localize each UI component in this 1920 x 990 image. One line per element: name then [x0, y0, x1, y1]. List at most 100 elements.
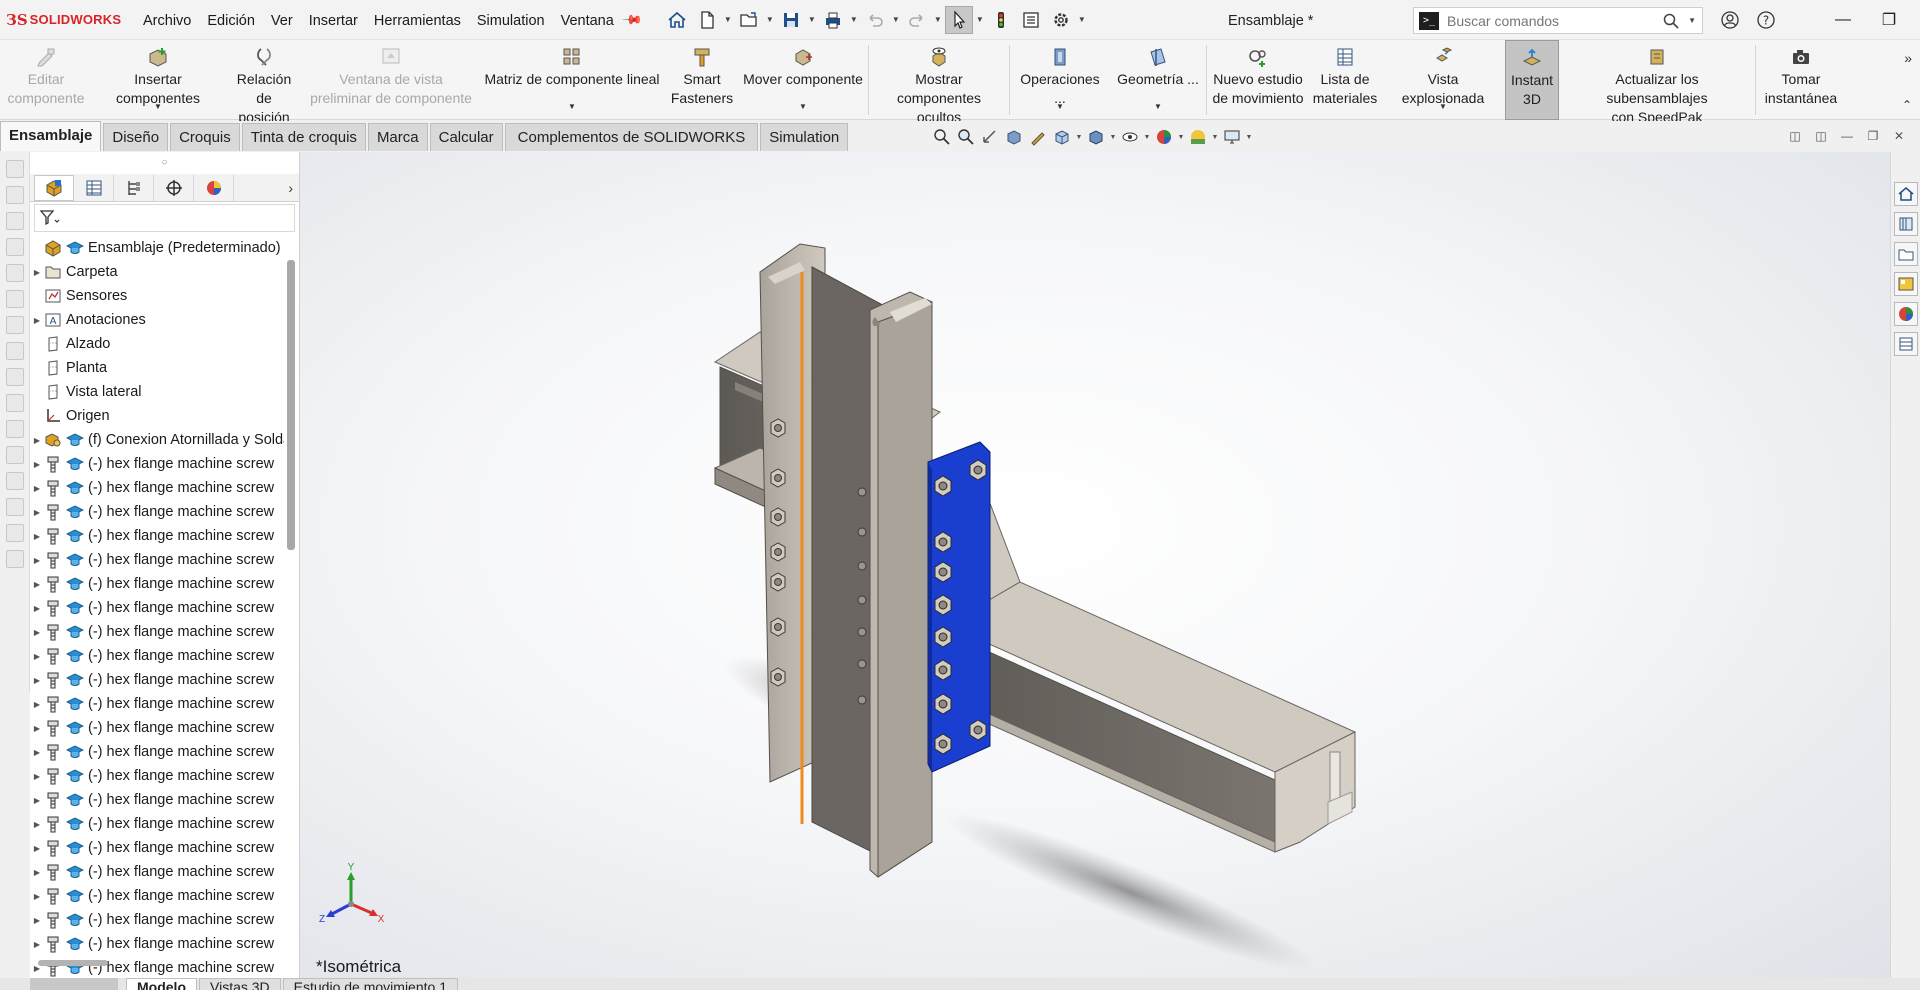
viewport-left-button[interactable]: ◫: [1782, 126, 1808, 146]
undo-button[interactable]: [861, 6, 889, 34]
search-dropdown[interactable]: ▼: [1688, 16, 1696, 25]
panel-grip[interactable]: ○: [30, 152, 299, 174]
menu-archivo[interactable]: Archivo: [135, 0, 199, 40]
reference-geometry-dropdown[interactable]: ▼: [1154, 97, 1162, 116]
help-button[interactable]: ?: [1748, 0, 1784, 40]
tree-item-screw[interactable]: ▶ (-) hex flange machine screw: [30, 860, 284, 884]
dynamic-annotation-button[interactable]: [1026, 126, 1050, 148]
minimize-button[interactable]: —: [1820, 0, 1866, 40]
design-library-button[interactable]: [1894, 212, 1918, 236]
tab-marca[interactable]: Marca: [367, 123, 428, 151]
close-button[interactable]: ✕: [1912, 0, 1920, 40]
expand-arrow-icon[interactable]: ▶: [30, 796, 44, 805]
tool-strip-icon[interactable]: [6, 446, 24, 464]
expand-arrow-icon[interactable]: ▶: [30, 868, 44, 877]
edit-appearance-button[interactable]: [1152, 126, 1176, 148]
save-button[interactable]: [777, 6, 805, 34]
tab-navigation-arrows[interactable]: [30, 978, 118, 990]
tree-item[interactable]: ▶ Carpeta: [30, 260, 284, 284]
search-icon[interactable]: [1662, 12, 1680, 30]
tree-item-screw[interactable]: ▶ (-) hex flange machine screw: [30, 500, 284, 524]
zoom-to-fit-button[interactable]: [930, 126, 954, 148]
tree-item[interactable]: Vista lateral: [30, 380, 284, 404]
open-button[interactable]: [735, 6, 763, 34]
search-input[interactable]: [1447, 12, 1657, 29]
tree-item[interactable]: Sensores: [30, 284, 284, 308]
instant3d-button[interactable]: Instant 3D: [1505, 40, 1559, 120]
tool-strip-icon[interactable]: [6, 394, 24, 412]
tool-strip-icon[interactable]: [6, 316, 24, 334]
expand-arrow-icon[interactable]: ▶: [30, 820, 44, 829]
tree-item-screw[interactable]: ▶ (-) hex flange machine screw: [30, 812, 284, 836]
options-button[interactable]: [1047, 6, 1075, 34]
tab-tinta-de-croquis[interactable]: Tinta de croquis: [241, 123, 366, 151]
exploded-view-dropdown[interactable]: ▼: [1439, 97, 1447, 116]
tree-item-screw[interactable]: ▶ (-) hex flange machine screw: [30, 524, 284, 548]
restore-button[interactable]: ❐: [1866, 0, 1912, 40]
tab-complementos[interactable]: Complementos de SOLIDWORKS: [504, 123, 759, 151]
file-properties-button[interactable]: [1017, 6, 1045, 34]
edit-appearance-dropdown[interactable]: ▼: [1176, 134, 1186, 141]
expand-arrow-icon[interactable]: ▶: [30, 436, 44, 445]
insert-components-button[interactable]: Insertar componentes ▼: [92, 40, 224, 120]
tree-root[interactable]: Ensamblaje (Predeterminado): [30, 236, 284, 260]
viewport-minimize-button[interactable]: —: [1834, 126, 1860, 146]
tool-strip-icon[interactable]: [6, 524, 24, 542]
apply-scene-button[interactable]: [1186, 126, 1210, 148]
tree-item-screw[interactable]: ▶ (-) hex flange machine screw: [30, 884, 284, 908]
ribbon-more-chevron-icon[interactable]: »: [1904, 50, 1912, 66]
expand-arrow-icon[interactable]: ▶: [30, 652, 44, 661]
tree-item[interactable]: Origen: [30, 404, 284, 428]
zoom-to-area-button[interactable]: [954, 126, 978, 148]
expand-arrow-icon[interactable]: ▶: [30, 604, 44, 613]
print-button[interactable]: [819, 6, 847, 34]
linear-pattern-dropdown[interactable]: ▼: [568, 97, 576, 116]
hide-show-dropdown[interactable]: ▼: [1142, 134, 1152, 141]
view-palette-button[interactable]: [1894, 272, 1918, 296]
home-button[interactable]: [663, 6, 691, 34]
tool-strip-icon[interactable]: [6, 212, 24, 230]
expand-arrow-icon[interactable]: ▶: [30, 940, 44, 949]
print-dropdown[interactable]: ▼: [848, 6, 860, 34]
appearances-button[interactable]: [1894, 302, 1918, 326]
search-commands[interactable]: >_ ▼: [1413, 7, 1703, 34]
tool-strip-icon[interactable]: [6, 264, 24, 282]
file-explorer-button[interactable]: [1894, 242, 1918, 266]
expand-arrow-icon[interactable]: ▶: [30, 916, 44, 925]
menu-ver[interactable]: Ver: [263, 0, 301, 40]
edit-component-button[interactable]: Editar componente: [0, 40, 92, 120]
tree-item-screw[interactable]: ▶ (-) hex flange machine screw: [30, 644, 284, 668]
tab-croquis[interactable]: Croquis: [170, 123, 240, 151]
tree-item-screw[interactable]: ▶ (-) hex flange machine screw: [30, 764, 284, 788]
new-document-button[interactable]: [693, 6, 721, 34]
graphics-area[interactable]: Y X Z *Isométrica: [300, 152, 1890, 980]
tool-strip-icon[interactable]: [6, 472, 24, 490]
mate-button[interactable]: Relación de posición: [224, 40, 304, 125]
speedpak-update-button[interactable]: Actualizar los subensamblajes con SpeedP…: [1559, 40, 1755, 125]
exploded-view-button[interactable]: Vista explosionada ▼: [1381, 40, 1505, 120]
new-dropdown[interactable]: ▼: [722, 6, 734, 34]
apply-scene-dropdown[interactable]: ▼: [1210, 134, 1220, 141]
tab-simulation[interactable]: Simulation: [760, 123, 849, 151]
display-style-button[interactable]: [1084, 126, 1108, 148]
tree-item[interactable]: Planta: [30, 356, 284, 380]
displaymanager-tab[interactable]: [194, 174, 234, 201]
previous-view-button[interactable]: [978, 126, 1002, 148]
redo-dropdown[interactable]: ▼: [932, 6, 944, 34]
dimxpert-tab[interactable]: [154, 174, 194, 201]
assembly-features-button[interactable]: Operaciones ... ▼: [1010, 40, 1110, 120]
expand-arrow-icon[interactable]: ▶: [30, 772, 44, 781]
tab-estudio-movimiento[interactable]: Estudio de movimiento 1: [282, 978, 458, 990]
tab-diseno[interactable]: Diseño: [103, 123, 169, 151]
section-view-button[interactable]: [1002, 126, 1026, 148]
expand-arrow-icon[interactable]: ▶: [30, 484, 44, 493]
hide-show-items-button[interactable]: [1118, 126, 1142, 148]
select-dropdown[interactable]: ▼: [974, 6, 986, 34]
assembly-features-dropdown[interactable]: ▼: [1056, 97, 1064, 116]
ribbon-collapse-icon[interactable]: ⌃: [1902, 98, 1912, 112]
tree-item[interactable]: Alzado: [30, 332, 284, 356]
tool-strip-icon[interactable]: [6, 290, 24, 308]
tree-item-screw[interactable]: ▶ (-) hex flange machine screw: [30, 836, 284, 860]
more-tabs-chevron-icon[interactable]: ›: [288, 180, 293, 196]
tool-strip-icon[interactable]: [6, 368, 24, 386]
